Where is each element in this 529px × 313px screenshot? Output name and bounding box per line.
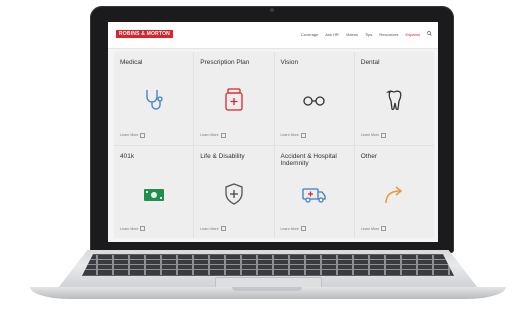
top-nav: ROBINS & MORTON Coverage Ask HR Videos T… [108, 22, 438, 49]
learn-more-link[interactable]: Learn More [120, 132, 146, 138]
nav-item-tips[interactable]: Tips [365, 32, 372, 37]
learn-more-link[interactable]: Learn More [361, 132, 387, 138]
brand-logo[interactable]: ROBINS & MORTON [116, 30, 173, 38]
learn-more-link[interactable]: Learn More [361, 226, 387, 231]
laptop-notch [232, 287, 302, 291]
search-icon[interactable] [427, 31, 432, 37]
card-accident-hospital[interactable]: Accident & Hospital Indemnity Learn More [274, 145, 354, 238]
nav-item-ask-hr[interactable]: Ask HR [325, 32, 339, 37]
tooth-icon [355, 88, 434, 114]
card-title: Prescription Plan [200, 59, 250, 66]
nav-item-resources[interactable]: Resources [379, 32, 398, 37]
benefits-grid: Medical Learn More Prescription Plan Lea… [114, 52, 434, 238]
pill-bottle-icon [194, 88, 273, 114]
card-vision[interactable]: Vision Learn More [274, 52, 354, 145]
card-title: Accident & Hospital Indemnity [280, 152, 337, 167]
card-title: Other [360, 152, 378, 160]
learn-more-link[interactable]: Learn More [200, 226, 226, 231]
card-life-disability[interactable]: Life & Disability Learn More [194, 145, 274, 238]
card-other[interactable]: Other Learn More [354, 145, 434, 238]
keyboard [82, 254, 454, 276]
card-title: Medical [120, 59, 143, 66]
learn-more-link[interactable]: Learn More [120, 226, 146, 231]
ambulance-icon [275, 182, 354, 208]
learn-more-link[interactable]: Learn More [200, 132, 226, 138]
nav-item-videos[interactable]: Videos [346, 32, 358, 37]
card-medical[interactable]: Medical Learn More [114, 52, 194, 145]
camera [270, 8, 274, 12]
learn-more-link[interactable]: Learn More [281, 132, 306, 138]
card-title: Dental [360, 59, 380, 66]
card-prescription-plan[interactable]: Prescription Plan Learn More [194, 52, 274, 145]
money-icon [114, 182, 193, 208]
card-title: Life & Disability [200, 152, 245, 160]
card-title: Vision [280, 59, 299, 66]
card-401k[interactable]: 401k Learn More [114, 145, 194, 238]
shield-cross-icon [194, 182, 273, 208]
glasses-icon [275, 88, 354, 114]
laptop-screen: ROBINS & MORTON Coverage Ask HR Videos T… [108, 22, 438, 242]
learn-more-link[interactable]: Learn More [281, 226, 306, 231]
nav-menu: Coverage Ask HR Videos Tips Resources Es… [301, 31, 432, 37]
arrow-icon [355, 182, 434, 208]
nav-item-coverage[interactable]: Coverage [301, 32, 318, 37]
card-dental[interactable]: Dental Learn More [354, 52, 434, 145]
card-title: 401k [120, 152, 135, 160]
stethoscope-icon [114, 88, 193, 114]
nav-item-language[interactable]: Espanol [406, 32, 420, 37]
